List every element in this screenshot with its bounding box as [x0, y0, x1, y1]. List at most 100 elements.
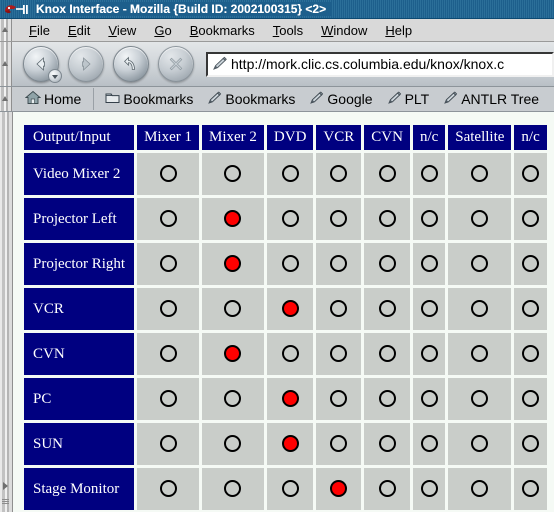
radio-button[interactable]	[378, 480, 396, 498]
radio-button[interactable]	[378, 345, 396, 363]
matrix-cell[interactable]	[412, 153, 446, 195]
matrix-cell[interactable]	[316, 198, 362, 240]
radio-button[interactable]	[522, 390, 540, 408]
matrix-cell[interactable]	[448, 243, 512, 285]
matrix-cell[interactable]	[137, 468, 199, 510]
matrix-cell[interactable]	[266, 468, 314, 510]
matrix-cell[interactable]	[266, 378, 314, 420]
matrix-cell[interactable]	[202, 423, 264, 465]
radio-button[interactable]	[522, 480, 540, 498]
matrix-cell[interactable]	[137, 243, 199, 285]
matrix-cell[interactable]	[448, 378, 512, 420]
menu-bookmarks[interactable]: Bookmarks	[181, 21, 264, 40]
radio-button[interactable]	[330, 210, 348, 228]
bookmark-bookmarks[interactable]: Bookmarks	[200, 89, 302, 110]
radio-button[interactable]	[224, 165, 242, 183]
menu-help[interactable]: Help	[376, 21, 421, 40]
menu-view[interactable]: View	[99, 21, 145, 40]
radio-button[interactable]	[281, 480, 299, 498]
matrix-cell[interactable]	[364, 468, 410, 510]
matrix-cell[interactable]	[266, 333, 314, 375]
matrix-cell[interactable]	[202, 198, 264, 240]
radio-button-selected[interactable]	[224, 210, 242, 228]
matrix-cell[interactable]	[412, 288, 446, 330]
radio-button-selected[interactable]	[281, 300, 299, 318]
radio-button[interactable]	[420, 435, 438, 453]
radio-button[interactable]	[471, 435, 489, 453]
matrix-cell[interactable]	[266, 198, 314, 240]
matrix-cell[interactable]	[514, 423, 547, 465]
radio-button[interactable]	[522, 255, 540, 273]
radio-button[interactable]	[378, 435, 396, 453]
matrix-cell[interactable]	[514, 198, 547, 240]
radio-button[interactable]	[330, 345, 348, 363]
matrix-cell[interactable]	[448, 423, 512, 465]
radio-button-selected[interactable]	[281, 390, 299, 408]
radio-button[interactable]	[281, 165, 299, 183]
radio-button[interactable]	[224, 435, 242, 453]
radio-button[interactable]	[420, 480, 438, 498]
radio-button[interactable]	[281, 255, 299, 273]
radio-button[interactable]	[471, 390, 489, 408]
matrix-cell[interactable]	[266, 288, 314, 330]
matrix-cell[interactable]	[448, 153, 512, 195]
stop-button[interactable]	[158, 46, 194, 82]
matrix-cell[interactable]	[137, 153, 199, 195]
matrix-cell[interactable]	[364, 423, 410, 465]
matrix-cell[interactable]	[514, 378, 547, 420]
bookmark-plt[interactable]: PLT	[380, 89, 437, 110]
matrix-cell[interactable]	[316, 378, 362, 420]
matrix-cell[interactable]	[316, 288, 362, 330]
radio-button[interactable]	[522, 345, 540, 363]
matrix-cell[interactable]	[266, 243, 314, 285]
matrix-cell[interactable]	[364, 288, 410, 330]
matrix-cell[interactable]	[316, 333, 362, 375]
radio-button[interactable]	[522, 165, 540, 183]
radio-button[interactable]	[471, 480, 489, 498]
matrix-cell[interactable]	[448, 288, 512, 330]
bookmark-home[interactable]: Home	[18, 88, 95, 110]
radio-button[interactable]	[159, 300, 177, 318]
matrix-cell[interactable]	[514, 333, 547, 375]
radio-button[interactable]	[159, 255, 177, 273]
radio-button[interactable]	[159, 480, 177, 498]
matrix-cell[interactable]	[364, 153, 410, 195]
matrix-cell[interactable]	[202, 378, 264, 420]
matrix-cell[interactable]	[412, 333, 446, 375]
radio-button[interactable]	[378, 390, 396, 408]
matrix-cell[interactable]	[412, 243, 446, 285]
sidebar-splitter[interactable]	[0, 112, 13, 512]
bookmarks-grip-handle[interactable]	[0, 87, 12, 111]
radio-button[interactable]	[159, 435, 177, 453]
menu-file[interactable]: File	[20, 21, 59, 40]
radio-button[interactable]	[420, 345, 438, 363]
url-bar[interactable]: http://mork.clic.cs.columbia.edu/knox/kn…	[206, 51, 554, 77]
radio-button[interactable]	[522, 210, 540, 228]
radio-button[interactable]	[378, 210, 396, 228]
radio-button[interactable]	[420, 165, 438, 183]
matrix-cell[interactable]	[137, 198, 199, 240]
matrix-cell[interactable]	[266, 423, 314, 465]
radio-button[interactable]	[420, 210, 438, 228]
radio-button[interactable]	[420, 300, 438, 318]
radio-button[interactable]	[281, 210, 299, 228]
menubar-grip-handle[interactable]	[0, 19, 12, 41]
radio-button[interactable]	[159, 210, 177, 228]
radio-button[interactable]	[420, 255, 438, 273]
matrix-cell[interactable]	[137, 288, 199, 330]
bookmark-google[interactable]: Google	[302, 89, 379, 110]
matrix-cell[interactable]	[514, 153, 547, 195]
matrix-cell[interactable]	[514, 288, 547, 330]
matrix-cell[interactable]	[412, 423, 446, 465]
radio-button[interactable]	[159, 345, 177, 363]
bookmark-folder-bookmarks[interactable]: Bookmarks	[98, 89, 200, 109]
radio-button[interactable]	[330, 435, 348, 453]
matrix-cell[interactable]	[364, 198, 410, 240]
radio-button[interactable]	[330, 390, 348, 408]
radio-button[interactable]	[224, 300, 242, 318]
menu-window[interactable]: Window	[312, 21, 376, 40]
radio-button[interactable]	[471, 300, 489, 318]
matrix-cell[interactable]	[448, 468, 512, 510]
matrix-cell[interactable]	[202, 468, 264, 510]
matrix-cell[interactable]	[202, 333, 264, 375]
